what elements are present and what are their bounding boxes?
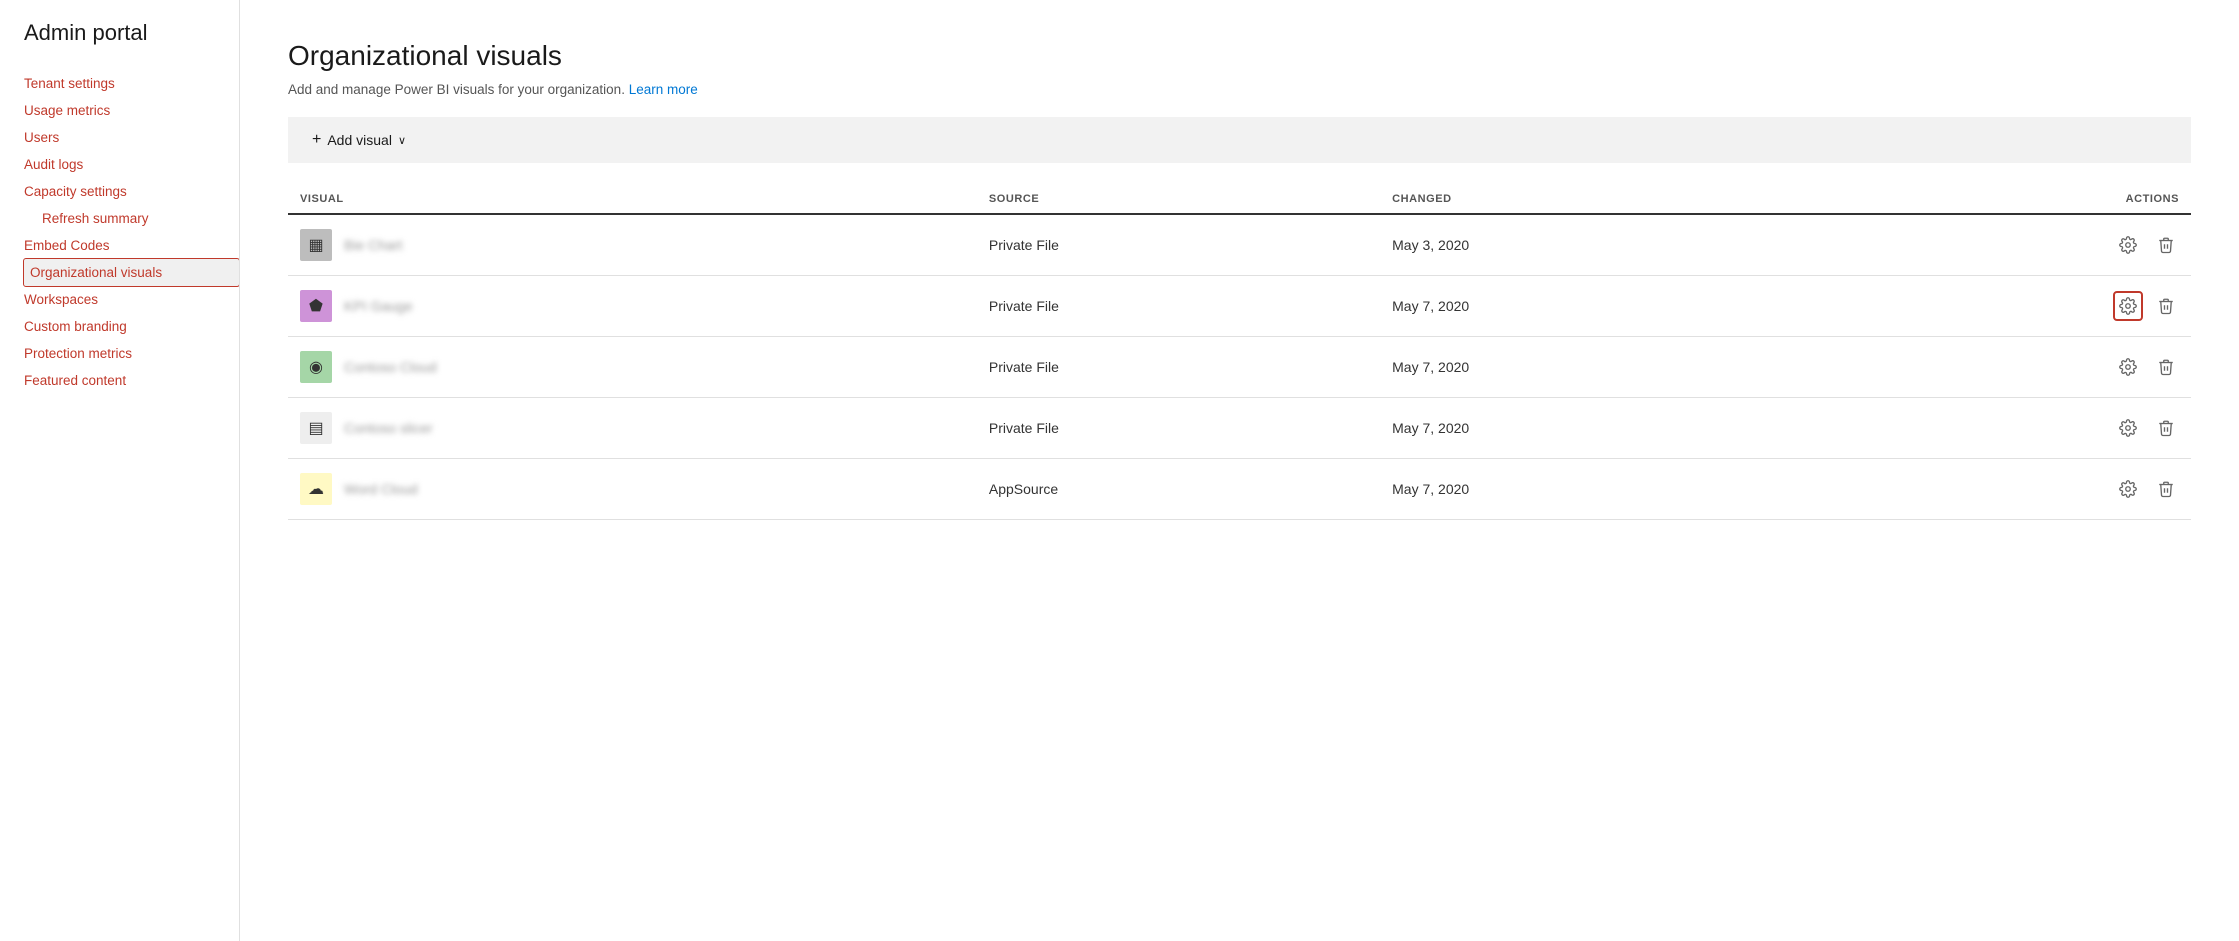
trash-icon xyxy=(2157,419,2175,437)
table-row: ☁ Word Cloud AppSourceMay 7, 2020 xyxy=(288,459,2191,520)
visual-name: KPI Gauge xyxy=(344,298,413,314)
gear-icon xyxy=(2119,419,2137,437)
col-source: SOURCE xyxy=(977,187,1380,214)
delete-button[interactable] xyxy=(2153,476,2179,502)
gear-button[interactable] xyxy=(2115,415,2141,441)
gear-icon xyxy=(2119,236,2137,254)
gear-icon xyxy=(2119,297,2137,315)
table-row: ◉ Contoso Cloud Private FileMay 7, 2020 xyxy=(288,337,2191,398)
sidebar-item-embed-codes[interactable]: Embed Codes xyxy=(24,232,239,259)
actions-cell xyxy=(1814,276,2191,337)
sidebar-item-protection-metrics[interactable]: Protection metrics xyxy=(24,340,239,367)
page-subtitle: Add and manage Power BI visuals for your… xyxy=(288,82,2191,97)
table-row: ⬟ KPI Gauge Private FileMay 7, 2020 xyxy=(288,276,2191,337)
changed-cell: May 3, 2020 xyxy=(1380,214,1813,276)
changed-cell: May 7, 2020 xyxy=(1380,398,1813,459)
table-body: ▦ Bie Chart Private FileMay 3, 2020 ⬟ KP… xyxy=(288,214,2191,520)
actions-cell xyxy=(1814,459,2191,520)
visuals-table: VISUAL SOURCE CHANGED ACTIONS ▦ Bie Char… xyxy=(288,187,2191,520)
sidebar-item-users[interactable]: Users xyxy=(24,124,239,151)
visual-name: Contoso slicer xyxy=(344,420,433,436)
sidebar: Admin portal Tenant settingsUsage metric… xyxy=(0,0,240,941)
visual-name: Contoso Cloud xyxy=(344,359,437,375)
sidebar-item-usage-metrics[interactable]: Usage metrics xyxy=(24,97,239,124)
gear-button[interactable] xyxy=(2115,354,2141,380)
gear-button[interactable] xyxy=(2115,232,2141,258)
changed-cell: May 7, 2020 xyxy=(1380,459,1813,520)
add-visual-button[interactable]: + Add visual ∨ xyxy=(304,127,414,153)
toolbar: + Add visual ∨ xyxy=(288,117,2191,163)
visual-thumb: ▦ xyxy=(300,229,332,261)
visual-cell: ☁ Word Cloud xyxy=(288,459,977,520)
sidebar-item-audit-logs[interactable]: Audit logs xyxy=(24,151,239,178)
col-visual: VISUAL xyxy=(288,187,977,214)
visual-cell: ⬟ KPI Gauge xyxy=(288,276,977,337)
delete-button[interactable] xyxy=(2153,232,2179,258)
table-row: ▤ Contoso slicer Private FileMay 7, 2020 xyxy=(288,398,2191,459)
admin-portal-title: Admin portal xyxy=(24,20,239,46)
changed-cell: May 7, 2020 xyxy=(1380,276,1813,337)
sidebar-item-workspaces[interactable]: Workspaces xyxy=(24,286,239,313)
visual-name: Bie Chart xyxy=(344,237,402,253)
page-title: Organizational visuals xyxy=(288,40,2191,72)
visual-thumb: ⬟ xyxy=(300,290,332,322)
col-actions: ACTIONS xyxy=(1814,187,2191,214)
delete-button[interactable] xyxy=(2153,354,2179,380)
visual-thumb: ◉ xyxy=(300,351,332,383)
sidebar-item-featured-content[interactable]: Featured content xyxy=(24,367,239,394)
sidebar-item-organizational-visuals[interactable]: Organizational visuals xyxy=(24,259,239,286)
gear-icon xyxy=(2119,480,2137,498)
table-row: ▦ Bie Chart Private FileMay 3, 2020 xyxy=(288,214,2191,276)
sidebar-item-custom-branding[interactable]: Custom branding xyxy=(24,313,239,340)
main-content: Organizational visuals Add and manage Po… xyxy=(240,0,2239,941)
source-cell: Private File xyxy=(977,337,1380,398)
gear-button[interactable] xyxy=(2115,476,2141,502)
delete-button[interactable] xyxy=(2153,293,2179,319)
add-visual-label: Add visual xyxy=(327,132,392,148)
source-cell: AppSource xyxy=(977,459,1380,520)
visual-cell: ◉ Contoso Cloud xyxy=(288,337,977,398)
visual-name: Word Cloud xyxy=(344,481,418,497)
col-changed: CHANGED xyxy=(1380,187,1813,214)
sidebar-item-tenant-settings[interactable]: Tenant settings xyxy=(24,70,239,97)
visual-cell: ▦ Bie Chart xyxy=(288,214,977,276)
visual-thumb: ▤ xyxy=(300,412,332,444)
trash-icon xyxy=(2157,236,2175,254)
source-cell: Private File xyxy=(977,276,1380,337)
visual-cell: ▤ Contoso slicer xyxy=(288,398,977,459)
source-cell: Private File xyxy=(977,398,1380,459)
table-header: VISUAL SOURCE CHANGED ACTIONS xyxy=(288,187,2191,214)
trash-icon xyxy=(2157,480,2175,498)
trash-icon xyxy=(2157,358,2175,376)
plus-icon: + xyxy=(312,131,321,149)
sidebar-item-capacity-settings[interactable]: Capacity settings xyxy=(24,178,239,205)
changed-cell: May 7, 2020 xyxy=(1380,337,1813,398)
chevron-down-icon: ∨ xyxy=(398,134,406,147)
sidebar-nav: Tenant settingsUsage metricsUsersAudit l… xyxy=(24,70,239,394)
source-cell: Private File xyxy=(977,214,1380,276)
learn-more-link[interactable]: Learn more xyxy=(629,82,698,97)
actions-cell xyxy=(1814,398,2191,459)
trash-icon xyxy=(2157,297,2175,315)
actions-cell xyxy=(1814,337,2191,398)
gear-button[interactable] xyxy=(2115,293,2141,319)
sidebar-item-refresh-summary[interactable]: Refresh summary xyxy=(24,205,239,232)
delete-button[interactable] xyxy=(2153,415,2179,441)
gear-icon xyxy=(2119,358,2137,376)
actions-cell xyxy=(1814,214,2191,276)
visual-thumb: ☁ xyxy=(300,473,332,505)
